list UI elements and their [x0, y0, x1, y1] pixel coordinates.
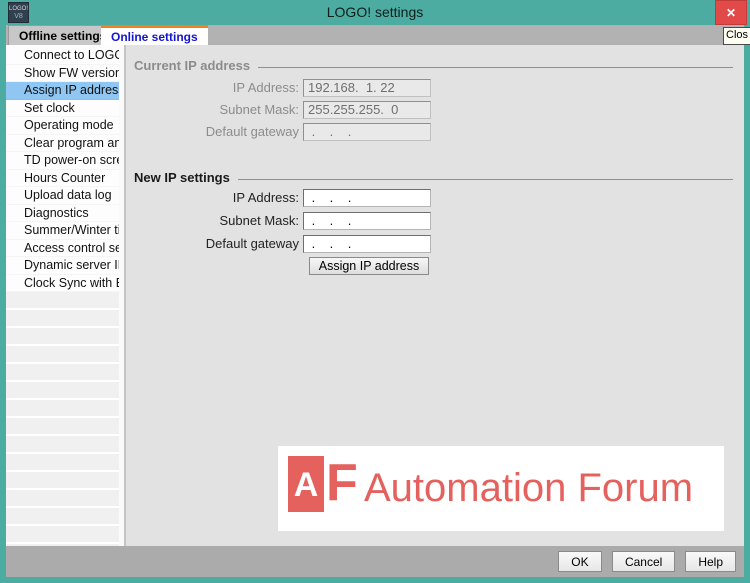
new-default-gateway-label: Default gateway — [126, 235, 299, 253]
close-button[interactable]: ✕ — [715, 0, 747, 25]
sidebar-item-td-power-on-screen[interactable]: TD power-on scree — [6, 152, 119, 170]
current-subnet-mask-label: Subnet Mask: — [126, 101, 299, 119]
new-ip-address-label: IP Address: — [126, 189, 299, 207]
automation-forum-text: Automation Forum — [364, 466, 693, 511]
sidebar-list: Connect to LOGO! Show FW version Assign … — [6, 45, 119, 292]
sidebar-item-operating-mode[interactable]: Operating mode — [6, 117, 119, 135]
logo-settings-window: LOGO! V8 LOGO! settings ✕ Clos Offline s… — [0, 0, 750, 583]
tab-online-settings[interactable]: Online settings — [101, 25, 208, 45]
sidebar-item-show-fw-version[interactable]: Show FW version — [6, 65, 119, 83]
current-ip-group-title: Current IP address — [134, 58, 250, 73]
current-ip-address-field: 192.168. 1. 22 — [303, 79, 431, 97]
help-button[interactable]: Help — [685, 551, 736, 572]
new-ip-group-title: New IP settings — [134, 170, 230, 185]
new-subnet-mask-row: Subnet Mask: . . . — [126, 212, 745, 230]
sidebar-item-dynamic-server-ip[interactable]: Dynamic server IP — [6, 257, 119, 275]
new-subnet-mask-label: Subnet Mask: — [126, 212, 299, 230]
sidebar-item-connect-to-logo[interactable]: Connect to LOGO! — [6, 47, 119, 65]
current-ip-address-row: IP Address: 192.168. 1. 22 — [126, 79, 745, 97]
new-ip-group-rule — [238, 179, 733, 180]
window-title: LOGO! settings — [0, 4, 750, 20]
new-ip-address-input[interactable]: . . . — [303, 189, 431, 207]
current-default-gateway-field: . . . — [303, 123, 431, 141]
current-ip-address-label: IP Address: — [126, 79, 299, 97]
new-default-gateway-input[interactable]: . . . — [303, 235, 431, 253]
sidebar-item-diagnostics[interactable]: Diagnostics — [6, 205, 119, 223]
new-subnet-mask-input[interactable]: . . . — [303, 212, 431, 230]
current-ip-group-header: Current IP address — [134, 58, 733, 73]
assign-ip-address-button[interactable]: Assign IP address — [309, 257, 429, 275]
sidebar-item-clock-sync[interactable]: Clock Sync with EM — [6, 275, 119, 293]
current-subnet-mask-row: Subnet Mask: 255.255.255. 0 — [126, 101, 745, 119]
automation-forum-watermark: A F Automation Forum — [278, 446, 724, 531]
new-default-gateway-row: Default gateway . . . — [126, 235, 745, 253]
af-logo-letter-a: A — [288, 456, 324, 512]
sidebar-item-summer-winter-time[interactable]: Summer/Winter tim — [6, 222, 119, 240]
tab-online-label: Online settings — [111, 30, 198, 44]
cancel-button[interactable]: Cancel — [612, 551, 675, 572]
sidebar-item-upload-data-log[interactable]: Upload data log — [6, 187, 119, 205]
content-area: Connect to LOGO! Show FW version Assign … — [6, 45, 744, 546]
new-ip-group-header: New IP settings — [134, 170, 733, 185]
sidebar-item-access-control[interactable]: Access control set — [6, 240, 119, 258]
sidebar-item-hours-counter[interactable]: Hours Counter — [6, 170, 119, 188]
title-bar: LOGO! V8 LOGO! settings ✕ — [0, 0, 750, 25]
new-ip-address-row: IP Address: . . . — [126, 189, 745, 207]
current-ip-group-rule — [258, 67, 733, 68]
ok-button[interactable]: OK — [558, 551, 602, 572]
close-icon: ✕ — [726, 6, 736, 20]
tab-offline-label: Offline settings — [19, 29, 106, 43]
automation-forum-logo-icon: A F — [288, 456, 350, 522]
sidebar-item-set-clock[interactable]: Set clock — [6, 100, 119, 118]
assign-ip-panel: Current IP address IP Address: 192.168. … — [125, 45, 744, 546]
current-subnet-mask-field: 255.255.255. 0 — [303, 101, 431, 119]
close-tooltip: Clos — [723, 27, 750, 45]
sidebar-empty-rows — [6, 292, 119, 546]
current-default-gateway-row: Default gateway . . . — [126, 123, 745, 141]
current-default-gateway-label: Default gateway — [126, 123, 299, 141]
settings-sidebar: Connect to LOGO! Show FW version Assign … — [6, 45, 119, 546]
af-logo-letter-f: F — [326, 450, 350, 516]
tab-strip: Offline settings Online settings — [6, 25, 744, 45]
sidebar-item-assign-ip-address[interactable]: Assign IP address — [6, 82, 119, 100]
sidebar-item-clear-program[interactable]: Clear program and — [6, 135, 119, 153]
dialog-footer: OK Cancel Help — [6, 546, 744, 577]
